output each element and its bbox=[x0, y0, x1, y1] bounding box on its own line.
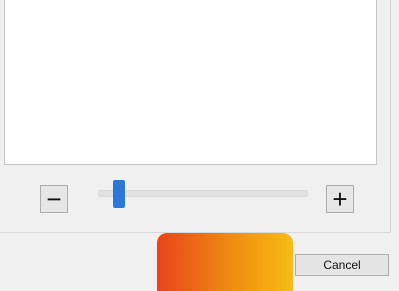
footer-divider bbox=[0, 232, 391, 233]
zoom-out-button[interactable]: − bbox=[40, 185, 68, 213]
preview-area bbox=[4, 0, 377, 165]
zoom-slider-thumb[interactable] bbox=[113, 180, 125, 208]
zoom-in-button[interactable]: + bbox=[326, 185, 354, 213]
cancel-button[interactable]: Cancel bbox=[295, 254, 389, 276]
window-border bbox=[390, 0, 391, 232]
dialog-window: − + Create Cancel bbox=[0, 0, 399, 291]
create-button[interactable]: Create bbox=[179, 254, 273, 276]
zoom-slider-track[interactable] bbox=[98, 190, 308, 197]
